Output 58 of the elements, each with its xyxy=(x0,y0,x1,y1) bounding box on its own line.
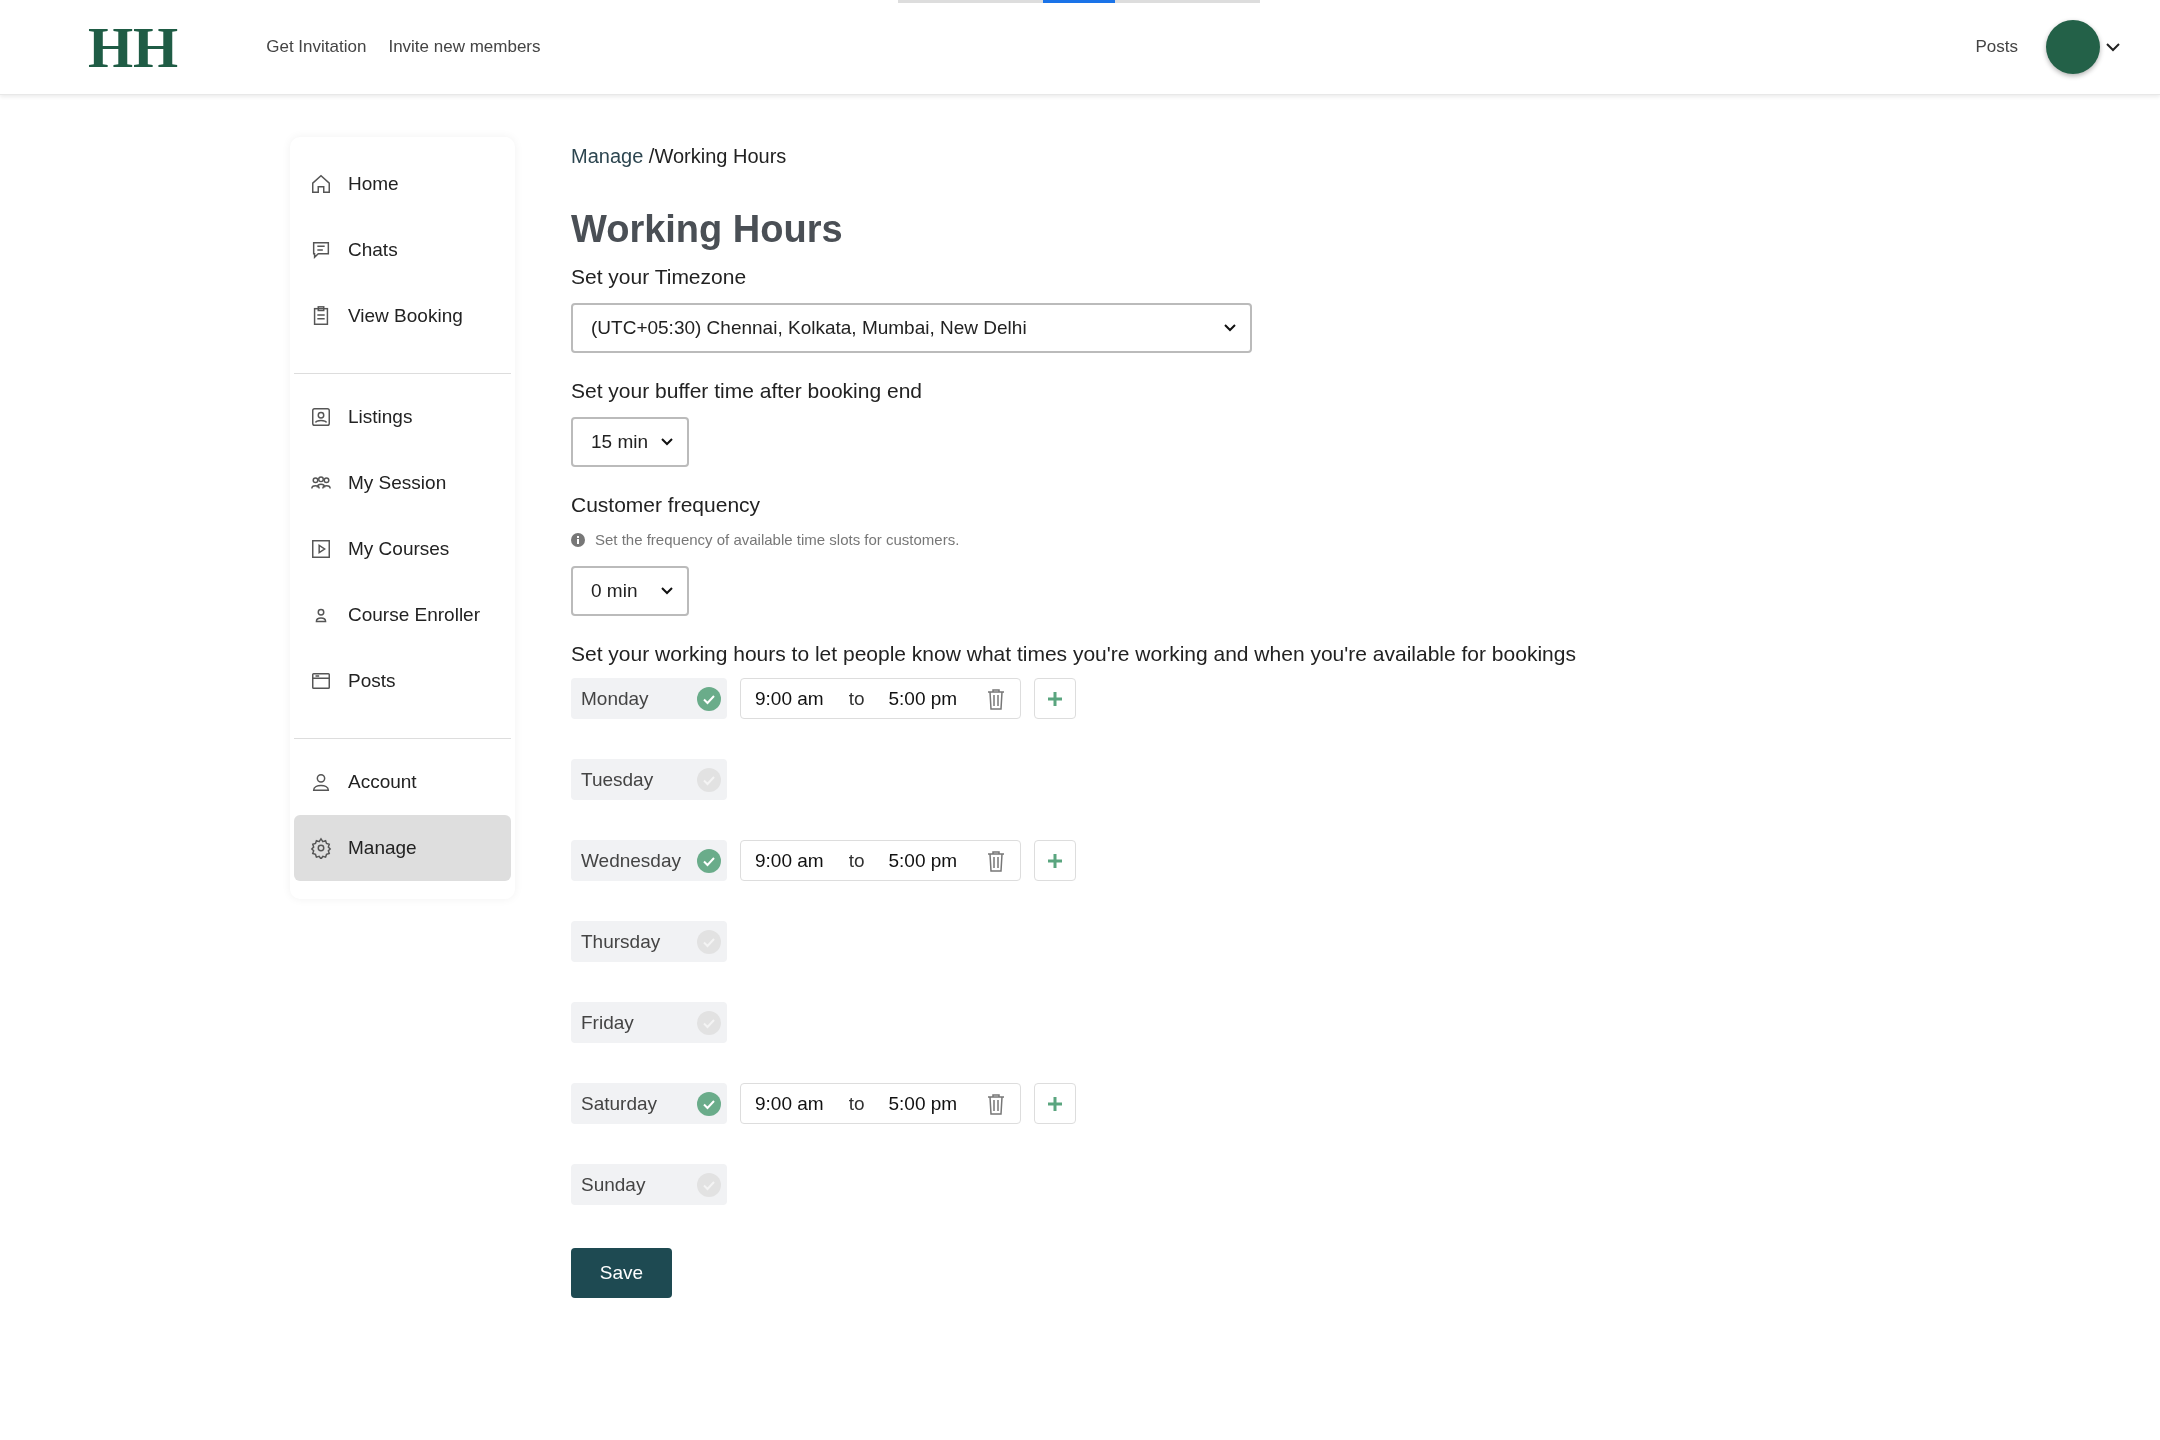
field-label: Set your buffer time after booking end xyxy=(571,379,923,403)
chevron-down-icon xyxy=(661,438,673,446)
sidebar-item[interactable]: View Booking xyxy=(294,283,511,349)
logo[interactable]: HH xyxy=(88,13,179,81)
trash-icon[interactable] xyxy=(986,849,1006,872)
field-label: Customer frequency xyxy=(571,493,762,517)
sidebar-item[interactable]: Course Enroller xyxy=(294,582,511,648)
plus-icon xyxy=(1047,1095,1063,1112)
play-icon xyxy=(310,538,332,560)
sidebar-item[interactable]: Listings xyxy=(294,384,511,450)
day-toggle[interactable]: Monday xyxy=(571,678,727,719)
breadcrumb-current: /Working Hours xyxy=(648,145,787,167)
day-toggle[interactable]: Saturday xyxy=(571,1083,727,1124)
hint-text: Set the frequency of available time slots for customers. xyxy=(595,531,960,548)
page-title: Working Hours xyxy=(571,208,844,251)
chat-icon xyxy=(310,239,332,261)
avatar[interactable] xyxy=(2046,20,2100,74)
frequency-select[interactable]: 0 min xyxy=(571,566,689,616)
buffer-select[interactable]: 15 min xyxy=(571,417,689,467)
plus-icon xyxy=(1047,852,1063,869)
day-toggle[interactable]: Tuesday xyxy=(571,759,727,800)
time-range-field[interactable]: 9:00 am to 5:00 pm xyxy=(740,1083,1021,1124)
posts-icon xyxy=(310,670,332,692)
plus-icon xyxy=(1047,690,1063,707)
home-icon xyxy=(310,173,332,195)
day-toggle[interactable]: Sunday xyxy=(571,1164,727,1205)
day-toggle[interactable]: Friday xyxy=(571,1002,727,1043)
nav-link[interactable]: Get Invitation xyxy=(266,37,367,57)
sidebar-item[interactable]: Account xyxy=(294,749,511,815)
timezone-select[interactable]: (UTC+05:30) Chennai, Kolkata, Mumbai, New Delhi xyxy=(571,303,1252,353)
chevron-down-icon[interactable] xyxy=(2106,42,2120,52)
sidebar-item[interactable]: Home xyxy=(294,151,511,217)
chevron-down-icon xyxy=(1224,324,1236,332)
sidebar-item[interactable]: Chats xyxy=(294,217,511,283)
breadcrumb-link[interactable]: Manage xyxy=(571,145,649,167)
trash-icon[interactable] xyxy=(986,1092,1006,1115)
sidebar-item[interactable]: My Session xyxy=(294,450,511,516)
info-icon xyxy=(571,532,585,547)
field-label: Set your Timezone xyxy=(571,265,748,289)
sidebar-item[interactable]: My Courses xyxy=(294,516,511,582)
time-range-field[interactable]: 9:00 am to 5:00 pm xyxy=(740,840,1021,881)
listing-icon xyxy=(310,406,332,428)
add-button[interactable] xyxy=(1034,678,1076,719)
nav-link[interactable]: Invite new members xyxy=(388,37,541,57)
user-icon xyxy=(310,771,332,793)
day-toggle[interactable]: Wednesday xyxy=(571,840,727,881)
save-button[interactable]: Save xyxy=(571,1248,672,1298)
add-button[interactable] xyxy=(1034,1083,1076,1124)
trash-icon[interactable] xyxy=(986,687,1006,710)
time-range-field[interactable]: 9:00 am to 5:00 pm xyxy=(740,678,1021,719)
chevron-down-icon xyxy=(661,587,673,595)
sidebar-item[interactable]: Manage xyxy=(294,815,511,881)
sidebar-item[interactable]: Posts xyxy=(294,648,511,714)
gear-icon xyxy=(310,837,332,859)
day-toggle[interactable]: Thursday xyxy=(571,921,727,962)
posts-link[interactable]: Posts xyxy=(1975,37,2018,57)
add-button[interactable] xyxy=(1034,840,1076,881)
instructions-text: Set your working hours to let people know what times you're working and when you're available for bookings xyxy=(571,642,1577,666)
